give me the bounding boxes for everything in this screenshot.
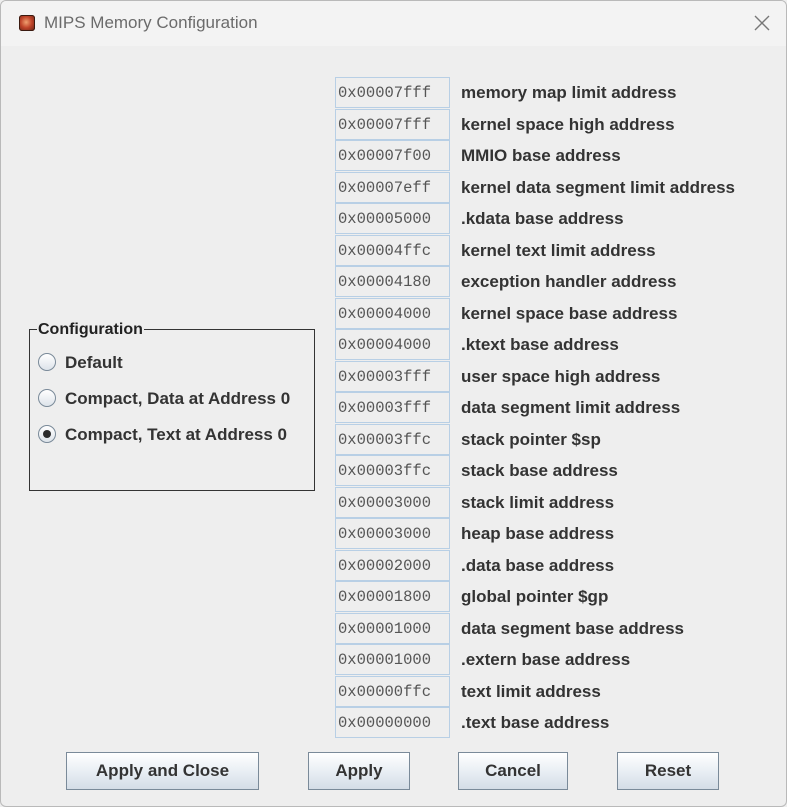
- title-bar[interactable]: MIPS Memory Configuration: [1, 1, 786, 46]
- address-label: memory map limit address: [461, 83, 677, 102]
- radio-label: Compact, Text at Address 0: [65, 425, 288, 444]
- address-label: kernel text limit address: [461, 240, 656, 260]
- address-field: 0x00004000: [335, 297, 450, 329]
- radio-label: Default: [65, 353, 123, 372]
- address-label: .extern base address: [461, 650, 631, 669]
- radio-button-selected-icon[interactable]: [38, 425, 56, 443]
- radio-label: Compact, Data at Address 0: [65, 389, 291, 408]
- address-field: 0x00004000: [335, 329, 450, 360]
- address-label: MMIO base address: [461, 146, 621, 165]
- address-label: .text base address: [461, 713, 610, 732]
- address-label: kernel space high address: [461, 114, 675, 134]
- mars-app-icon: [19, 15, 35, 31]
- address-field: 0x00003fff: [335, 360, 450, 392]
- address-field: 0x00003000: [335, 518, 450, 549]
- reset-button[interactable]: Reset: [617, 752, 719, 790]
- address-label: .data base address: [461, 555, 615, 575]
- address-label: global pointer $gp: [461, 587, 609, 606]
- cancel-button[interactable]: Cancel: [458, 752, 568, 790]
- address-label: exception handler address: [461, 272, 677, 291]
- close-button[interactable]: [745, 6, 779, 40]
- address-field: 0x00000000: [335, 707, 450, 738]
- radio-button-icon[interactable]: [38, 353, 56, 371]
- address-field: 0x00000ffc: [335, 675, 450, 707]
- address-label: kernel data segment limit address: [461, 177, 735, 197]
- address-field: 0x00003fff: [335, 392, 450, 423]
- address-field: 0x00002000: [335, 549, 450, 581]
- address-label: user space high address: [461, 366, 661, 386]
- address-label: text limit address: [461, 681, 601, 701]
- address-field: 0x00004180: [335, 266, 450, 297]
- apply-button[interactable]: Apply: [308, 752, 410, 790]
- address-field: 0x00001000: [335, 644, 450, 675]
- address-label: kernel space base address: [461, 303, 678, 323]
- address-field: 0x00001000: [335, 612, 450, 644]
- address-field: 0x00007f00: [335, 140, 450, 171]
- address-label: stack limit address: [461, 492, 615, 512]
- address-field: 0x00007fff: [335, 77, 450, 108]
- address-label: .kdata base address: [461, 209, 624, 228]
- configuration-legend: Configuration: [37, 321, 144, 339]
- address-label: heap base address: [461, 524, 615, 543]
- address-label: stack pointer $sp: [461, 429, 601, 449]
- memory-config-dialog: MIPS Memory Configuration Configuration …: [0, 0, 787, 807]
- address-field: 0x00003ffc: [335, 455, 450, 486]
- radio-button-icon[interactable]: [38, 389, 56, 407]
- address-field: 0x00007fff: [335, 108, 450, 140]
- address-label: data segment limit address: [461, 398, 681, 417]
- address-label: stack base address: [461, 461, 618, 480]
- address-label: data segment base address: [461, 618, 684, 638]
- address-field: 0x00004ffc: [335, 234, 450, 266]
- address-field: 0x00005000: [335, 203, 450, 234]
- address-field: 0x00007eff: [335, 171, 450, 203]
- radio-dot: [43, 430, 51, 438]
- address-field: 0x00001800: [335, 581, 450, 612]
- close-icon: [754, 15, 770, 31]
- address-field: 0x00003ffc: [335, 423, 450, 455]
- address-label: .ktext base address: [461, 335, 619, 354]
- address-field: 0x00003000: [335, 486, 450, 518]
- window-title: MIPS Memory Configuration: [44, 13, 258, 32]
- apply-and-close-button[interactable]: Apply and Close: [66, 752, 259, 790]
